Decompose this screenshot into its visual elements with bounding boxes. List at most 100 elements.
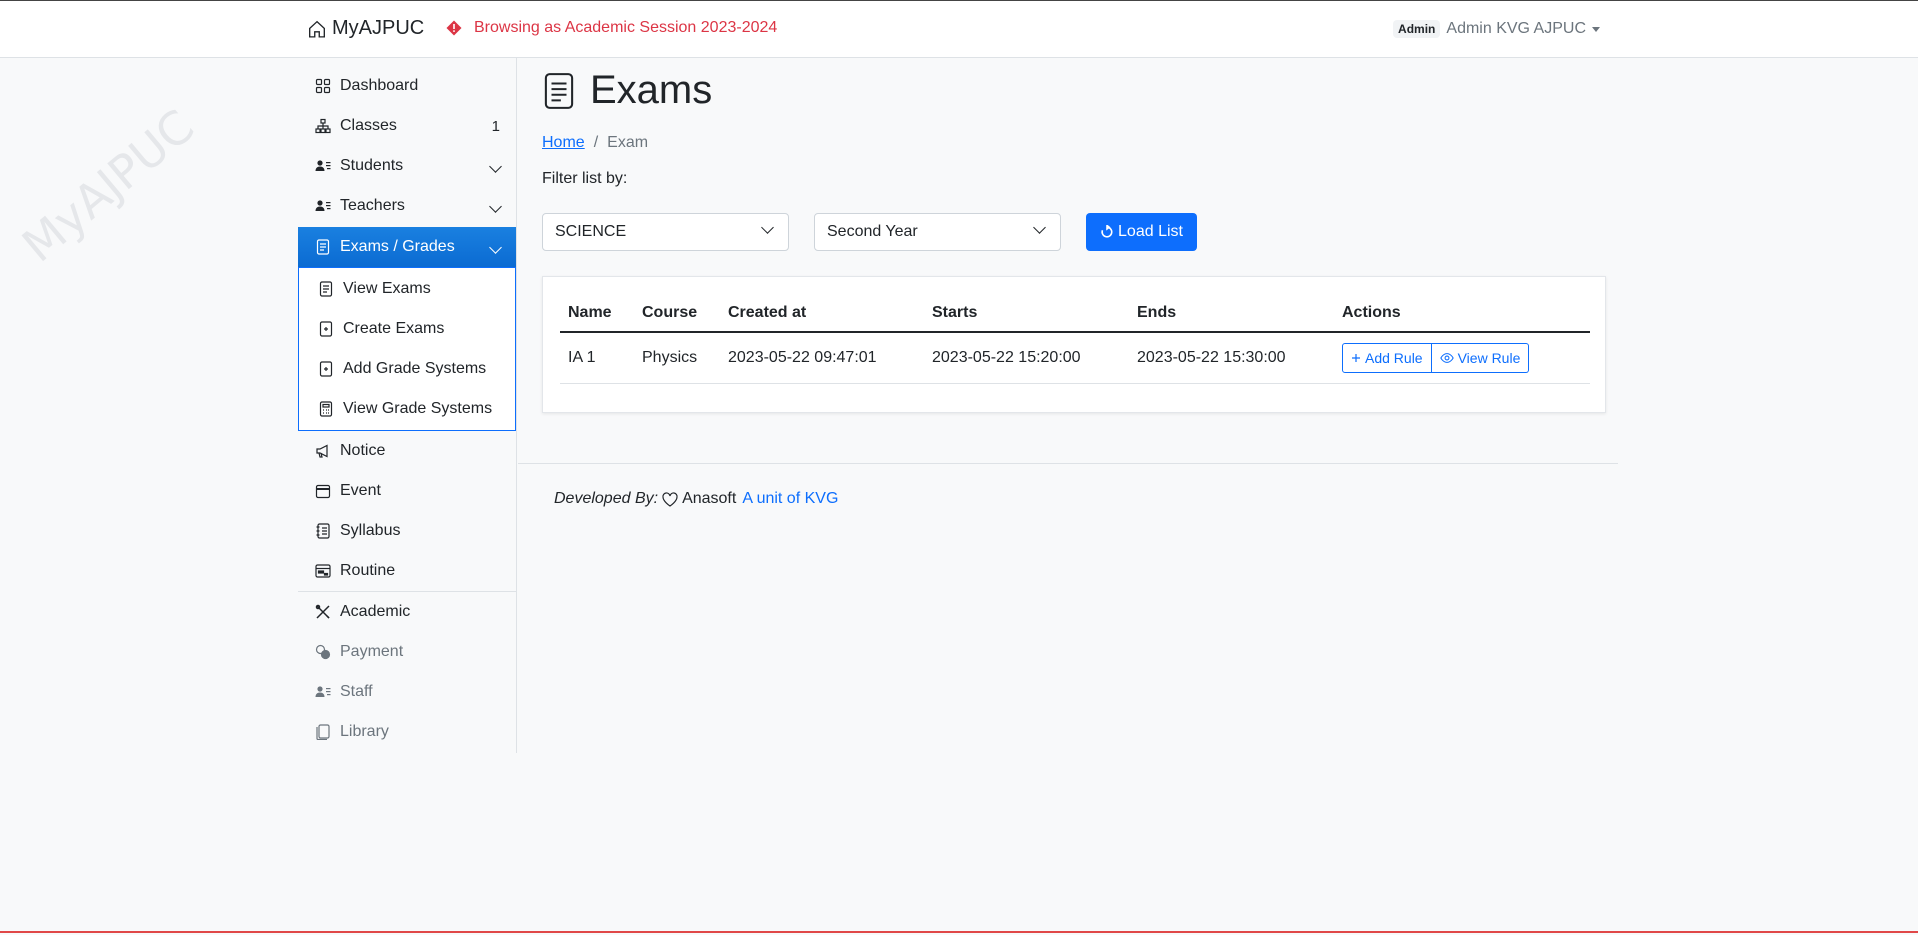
breadcrumb: Home / Exam xyxy=(542,134,648,152)
course-select-value: SCIENCE xyxy=(555,223,627,240)
sidebar-item-label: Academic xyxy=(340,603,411,620)
sidebar-item-event[interactable]: Event xyxy=(298,471,516,511)
submenu-item-create-exams[interactable]: Create Exams xyxy=(299,309,515,349)
filter-label: Filter list by: xyxy=(542,170,628,187)
sidebar-item-staff[interactable]: Staff xyxy=(298,672,516,712)
footer-link[interactable]: A unit of KVG xyxy=(742,490,838,508)
user-role-badge: Admin xyxy=(1393,20,1441,38)
eye-icon xyxy=(1439,353,1454,363)
sidebar-item-label: Notice xyxy=(340,442,386,459)
sidebar-item-label: Library xyxy=(340,723,389,740)
load-list-label: Load List xyxy=(1118,223,1183,240)
footer-developed-by: Developed By: xyxy=(554,490,659,507)
grid-icon xyxy=(314,77,332,95)
journals-icon xyxy=(314,723,332,741)
submenu-item-label: View Exams xyxy=(343,280,431,297)
tools-icon xyxy=(314,603,332,621)
view-rule-label: View Rule xyxy=(1457,350,1521,366)
submenu-item-add-grade-systems[interactable]: Add Grade Systems xyxy=(299,349,515,389)
breadcrumb-separator: / xyxy=(593,134,599,151)
year-select[interactable]: Second Year xyxy=(814,213,1061,251)
submenu-item-view-exams[interactable]: View Exams xyxy=(299,269,515,309)
bottom-accent-bar xyxy=(0,931,1918,935)
sidebar-item-label: Payment xyxy=(340,643,404,660)
plus-icon xyxy=(1352,354,1360,362)
top-navbar: MyAJPUC Browsing as Academic Session 202… xyxy=(0,1,1918,58)
column-header: Course xyxy=(634,292,720,333)
chevron-down-icon xyxy=(1033,221,1046,234)
column-header: Created at xyxy=(720,292,924,333)
caret-down-icon xyxy=(1592,26,1600,32)
column-header: Actions xyxy=(1334,292,1590,333)
sidebar-item-label: Dashboard xyxy=(340,77,419,94)
sidebar-item-teachers[interactable]: Teachers xyxy=(298,186,516,226)
brand-name: MyAJPUC xyxy=(332,17,425,39)
house-icon xyxy=(309,20,325,38)
add-rule-button[interactable]: Add Rule xyxy=(1342,343,1432,373)
journal-icon xyxy=(314,522,332,540)
sidebar-item-label: Students xyxy=(340,157,404,174)
sidebar-item-syllabus[interactable]: Syllabus xyxy=(298,511,516,551)
file-text-icon xyxy=(314,238,332,256)
sidebar-item-label: Routine xyxy=(340,562,396,579)
footer-divider xyxy=(518,463,1618,464)
sidebar-item-payment[interactable]: Payment xyxy=(298,632,516,672)
exclamation-diamond-icon xyxy=(446,20,462,36)
column-header: Name xyxy=(560,292,634,333)
page-title-text: Exams xyxy=(590,68,713,112)
view-rule-button[interactable]: View Rule xyxy=(1431,343,1530,373)
sidebar-item-exams-grades[interactable]: Exams / Grades xyxy=(298,227,516,267)
sidebar-item-label: Staff xyxy=(340,683,373,700)
course-select[interactable]: SCIENCE xyxy=(542,213,789,251)
person-lines-icon xyxy=(314,157,332,175)
cell-name: IA 1 xyxy=(560,332,634,384)
table-header-row: Name Course Created at Starts Ends Actio… xyxy=(560,292,1590,333)
row-actions: Add Rule View Rule xyxy=(1342,343,1582,373)
cell-starts: 2023-05-22 15:20:00 xyxy=(924,332,1129,384)
cell-ends: 2023-05-22 15:30:00 xyxy=(1129,332,1334,384)
sidebar-item-label: Classes xyxy=(340,117,397,134)
load-list-button[interactable]: Load List xyxy=(1086,213,1197,251)
sidebar-item-classes[interactable]: Classes 1 xyxy=(298,106,516,146)
submenu-item-label: Create Exams xyxy=(343,320,445,337)
cell-course: Physics xyxy=(634,332,720,384)
cell-actions: Add Rule View Rule xyxy=(1334,332,1590,384)
sidebar-item-library[interactable]: Library xyxy=(298,712,516,752)
coins-icon xyxy=(314,643,332,661)
sidebar-item-routine[interactable]: Routine xyxy=(298,551,516,591)
exams-table-card: Name Course Created at Starts Ends Actio… xyxy=(542,276,1606,413)
brand-link[interactable]: MyAJPUC xyxy=(308,17,424,40)
heart-icon xyxy=(662,491,678,507)
sidebar-item-notice[interactable]: Notice xyxy=(298,431,516,471)
megaphone-icon xyxy=(314,442,332,460)
calendar-icon xyxy=(314,482,332,500)
breadcrumb-home-link[interactable]: Home xyxy=(542,134,585,152)
sidebar-item-dashboard[interactable]: Dashboard xyxy=(298,66,516,106)
exams-table: Name Course Created at Starts Ends Actio… xyxy=(560,292,1590,384)
sidebar-item-label: Teachers xyxy=(340,197,405,214)
refresh-icon xyxy=(1101,225,1113,238)
sidebar-item-students[interactable]: Students xyxy=(298,146,516,186)
calculator-icon xyxy=(317,400,335,418)
calendar-range-icon xyxy=(314,562,332,580)
submenu-item-view-grade-systems[interactable]: View Grade Systems xyxy=(299,389,515,429)
column-header: Ends xyxy=(1129,292,1334,333)
footer: Developed By: Anasoft A unit of KVG xyxy=(554,490,838,508)
chevron-down-icon xyxy=(489,240,502,254)
person-lines-icon xyxy=(314,683,332,701)
diagram-icon xyxy=(314,117,332,135)
add-rule-label: Add Rule xyxy=(1365,350,1423,366)
column-header: Starts xyxy=(924,292,1129,333)
page-title: Exams xyxy=(544,68,712,113)
chevron-down-icon xyxy=(489,159,502,173)
classes-count: 1 xyxy=(491,117,500,135)
breadcrumb-current: Exam xyxy=(607,134,649,151)
file-plus-icon xyxy=(317,320,335,338)
file-text-icon xyxy=(544,72,574,109)
watermark: MyAJPUC xyxy=(12,98,205,273)
file-plus-icon xyxy=(317,360,335,378)
user-name: Admin KVG AJPUC xyxy=(1446,20,1586,37)
sidebar-item-academic[interactable]: Academic xyxy=(298,592,516,632)
exams-submenu: View Exams Create Exams Add Grade System… xyxy=(298,267,516,431)
user-dropdown[interactable]: Admin Admin KVG AJPUC xyxy=(1393,20,1600,38)
